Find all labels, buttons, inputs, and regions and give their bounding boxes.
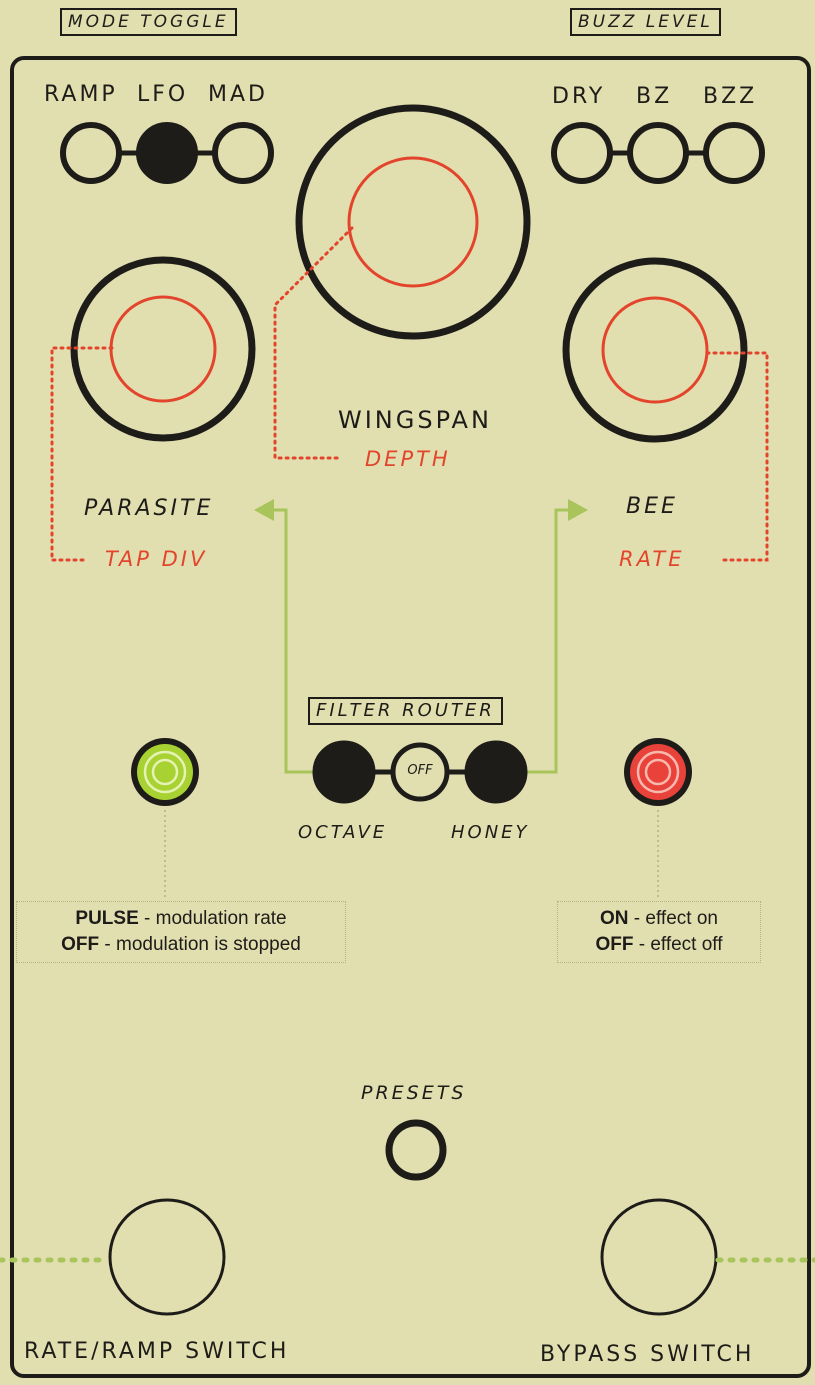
- tap-div-label: TAP DIV: [105, 547, 208, 571]
- buzz-option-bz[interactable]: [627, 122, 689, 184]
- effect-led-legend: ON - effect on OFF - effect off: [557, 901, 761, 963]
- presets-label: PRESETS: [361, 1082, 467, 1104]
- honey-label: HONEY: [451, 822, 530, 843]
- bee-knob[interactable]: [562, 257, 748, 443]
- parasite-route-arrowhead: [254, 499, 274, 521]
- buzz-level-title: BUZZ LEVEL: [570, 8, 721, 36]
- octave-route-line: [270, 508, 316, 774]
- buzz-label-bzz: BZZ: [703, 84, 758, 109]
- effect-led: [624, 738, 692, 806]
- wingspan-label: WINGSPAN: [338, 406, 492, 434]
- stopped-key: OFF: [61, 934, 100, 955]
- octave-label: OCTAVE: [298, 822, 388, 843]
- mode-label-ramp: RAMP: [44, 82, 118, 107]
- rate-ramp-footswitch[interactable]: [108, 1198, 226, 1316]
- filter-router-routes: [270, 508, 572, 774]
- buzz-option-dry[interactable]: [551, 122, 613, 184]
- rate-label: RATE: [619, 547, 685, 571]
- honey-route-line: [526, 508, 572, 774]
- presets-button[interactable]: [385, 1119, 447, 1181]
- pulse-key: PULSE: [75, 908, 139, 929]
- buzz-label-dry: DRY: [552, 84, 606, 109]
- on-desc: - effect on: [628, 908, 718, 929]
- bee-label: BEE: [626, 494, 678, 519]
- stopped-desc: - modulation is stopped: [99, 934, 301, 955]
- mode-option-lfo[interactable]: [136, 122, 198, 184]
- pulse-led: [131, 738, 199, 806]
- rate-ramp-switch-label: RATE/RAMP SWITCH: [24, 1339, 290, 1364]
- mode-toggle-switch[interactable]: [60, 122, 274, 184]
- pedal-diagram: [0, 56, 815, 1378]
- bypass-footswitch[interactable]: [600, 1198, 718, 1316]
- off-key: OFF: [595, 934, 634, 955]
- parasite-label: PARASITE: [84, 496, 214, 521]
- depth-label: DEPTH: [365, 447, 451, 471]
- router-off-label: OFF: [407, 763, 433, 778]
- mode-option-mad[interactable]: [212, 122, 274, 184]
- buzz-label-bz: BZ: [636, 84, 673, 109]
- on-key: ON: [600, 908, 629, 929]
- router-option-honey[interactable]: [464, 740, 528, 804]
- router-option-octave[interactable]: [312, 740, 376, 804]
- mode-label-mad: MAD: [208, 82, 268, 107]
- bee-route-arrowhead: [568, 499, 588, 521]
- pulse-led-legend: PULSE - modulation rate OFF - modulation…: [16, 901, 346, 963]
- mode-option-ramp[interactable]: [60, 122, 122, 184]
- mode-toggle-title: MODE TOGGLE: [60, 8, 237, 36]
- wingspan-knob[interactable]: [295, 104, 531, 340]
- buzz-level-switch[interactable]: [551, 122, 765, 184]
- filter-router-title: FILTER ROUTER: [308, 697, 503, 725]
- parasite-knob[interactable]: [70, 256, 256, 442]
- mode-label-lfo: LFO: [137, 82, 189, 107]
- off-desc: - effect off: [633, 934, 723, 955]
- bypass-switch-label: BYPASS SWITCH: [540, 1342, 755, 1367]
- buzz-option-bzz[interactable]: [703, 122, 765, 184]
- pulse-desc: - modulation rate: [138, 908, 287, 929]
